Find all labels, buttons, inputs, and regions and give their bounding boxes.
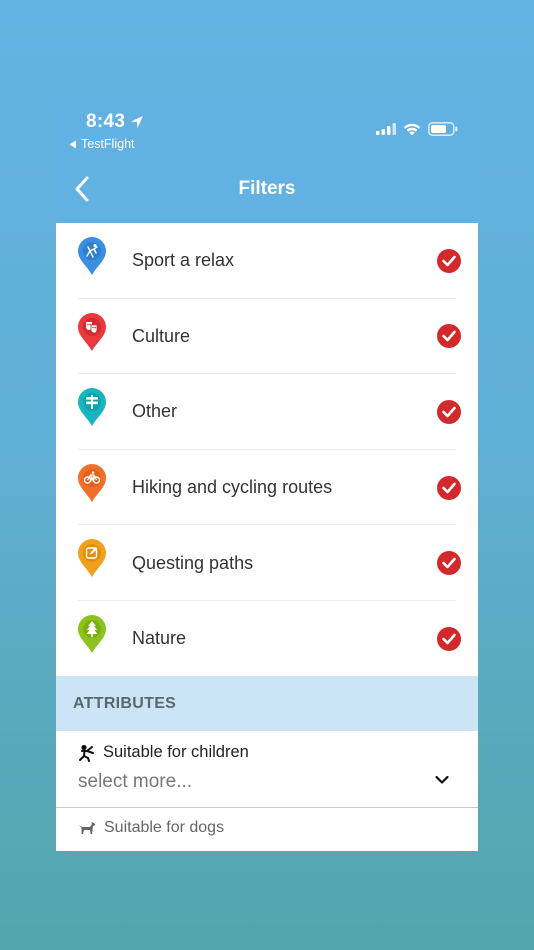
checkmark-icon[interactable] — [437, 475, 461, 500]
theatre-masks-icon — [78, 312, 106, 351]
checkmark-icon[interactable] — [437, 324, 461, 349]
location-arrow-icon — [131, 116, 144, 128]
page-title: Filters — [238, 178, 296, 199]
category-label: Sport a relax — [132, 250, 235, 271]
category-label: Nature — [132, 628, 187, 649]
category-row-questing-paths[interactable]: Questing paths — [56, 525, 478, 601]
dogs-attribute-label: Suitable for dogs — [104, 819, 225, 836]
children-attribute-select[interactable]: Suitable for children select more... — [56, 731, 478, 808]
status-time: 8:43 — [86, 111, 145, 133]
chevron-down-icon[interactable] — [433, 771, 451, 789]
category-row-culture[interactable]: Culture — [56, 299, 478, 375]
category-label: Hiking and cycling routes — [132, 477, 333, 498]
category-label: Other — [132, 401, 178, 422]
children-attribute-title: Suitable for children — [78, 743, 249, 762]
attributes-header: ATTRIBUTES — [56, 676, 478, 731]
category-row-sport[interactable]: Sport a relax — [56, 223, 478, 299]
dog-icon — [79, 822, 96, 834]
checkmark-icon[interactable] — [437, 626, 461, 651]
bicycle-icon — [78, 463, 106, 502]
category-row-other[interactable]: Other — [56, 374, 478, 450]
signal-icon — [376, 123, 396, 135]
top-bar: 8:43 TestFlight Filters — [56, 100, 478, 223]
select-more-placeholder: select more... — [78, 771, 193, 792]
category-label: Questing paths — [132, 552, 254, 573]
checkmark-icon[interactable] — [437, 551, 461, 576]
app-screen: 8:43 TestFlight Filters Sport a relax Cu… — [56, 100, 478, 851]
signpost-icon — [78, 388, 106, 427]
attributes-header-label: ATTRIBUTES — [73, 694, 177, 712]
category-list: Sport a relax Culture Other Hiking and c… — [56, 223, 478, 677]
back-app-label: TestFlight — [81, 137, 135, 151]
checkmark-icon[interactable] — [437, 248, 461, 273]
quest-edit-icon — [78, 539, 106, 578]
category-label: Culture — [132, 325, 191, 346]
sport-icon — [78, 237, 106, 275]
back-triangle-icon — [69, 140, 76, 148]
child-icon — [79, 744, 94, 762]
tree-icon — [78, 614, 106, 653]
wifi-icon — [403, 123, 421, 135]
children-attribute-label: Suitable for children — [103, 743, 249, 761]
category-row-nature[interactable]: Nature — [56, 601, 478, 677]
status-icons — [376, 122, 458, 136]
dogs-attribute-row[interactable]: Suitable for dogs — [78, 819, 224, 837]
checkmark-icon[interactable] — [437, 399, 461, 424]
category-row-hiking-cycling[interactable]: Hiking and cycling routes — [56, 450, 478, 526]
battery-icon — [428, 122, 458, 136]
status-time-label: 8:43 — [86, 111, 126, 132]
attribute-divider — [56, 807, 478, 808]
back-to-app-link[interactable]: TestFlight — [69, 137, 135, 151]
